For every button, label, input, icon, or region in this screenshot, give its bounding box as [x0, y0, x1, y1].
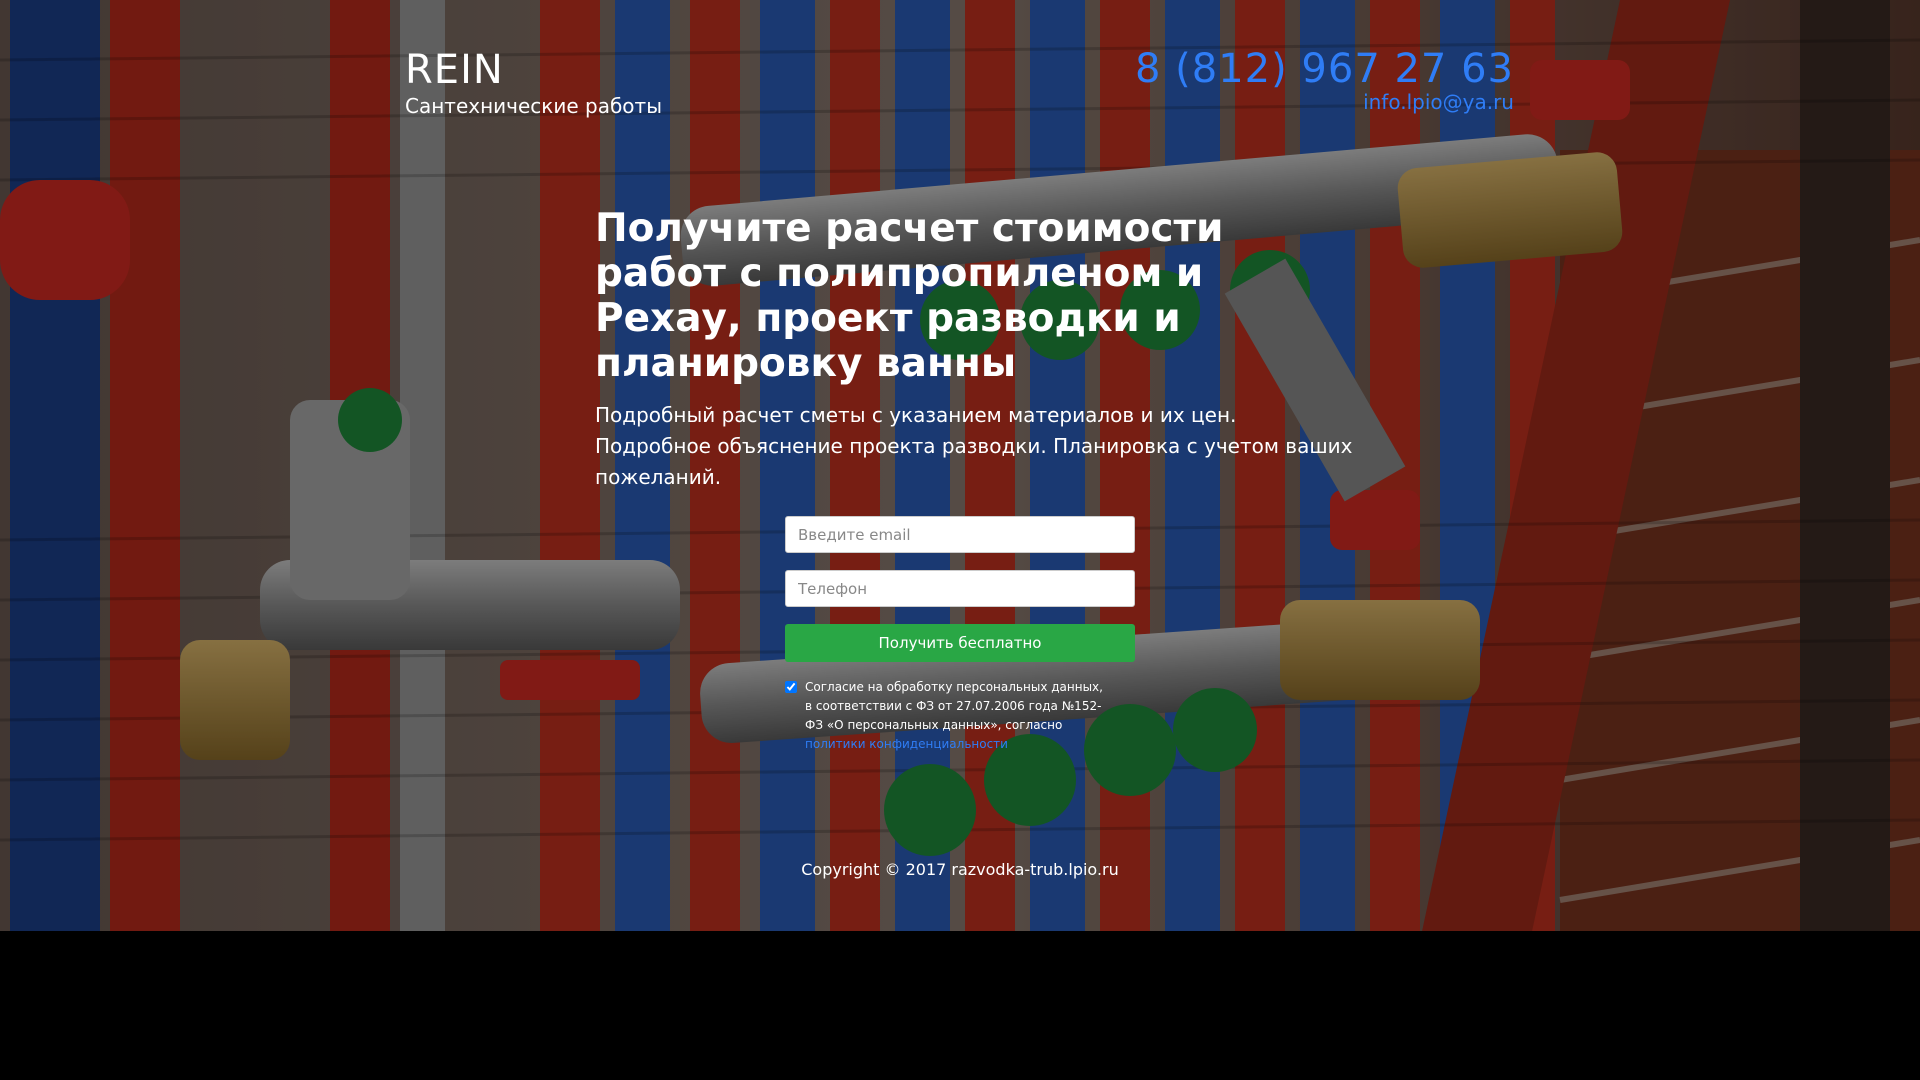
- brand-tagline: Сантехнические работы: [405, 94, 662, 118]
- hero-headline: Получите расчет стоимости работ с полипр…: [595, 206, 1224, 386]
- privacy-policy-link[interactable]: политики конфиденциальности: [805, 737, 1008, 751]
- phone-link[interactable]: 8 (812) 967 27 63: [1135, 46, 1514, 92]
- consent-checkbox[interactable]: [785, 681, 797, 693]
- consent-text: Согласие на обработку персональных данны…: [805, 680, 1103, 732]
- phone-field[interactable]: [785, 570, 1135, 607]
- email-field[interactable]: [785, 516, 1135, 553]
- request-form: Получить бесплатно Согласие на обработку…: [785, 516, 1135, 754]
- hero-lead: Подробный расчет сметы с указанием матер…: [595, 403, 1353, 489]
- hero-section: REIN Сантехнические работы 8 (812) 967 2…: [0, 0, 1920, 931]
- brand-name: REIN: [405, 47, 504, 93]
- consent-block: Согласие на обработку персональных данны…: [785, 678, 1105, 754]
- header-contacts: 8 (812) 967 27 63 info.lpio@ya.ru: [1135, 46, 1514, 114]
- brand: REIN Сантехнические работы: [405, 48, 662, 118]
- copyright: Copyright © 2017 razvodka-trub.lpio.ru: [801, 860, 1119, 879]
- email-link[interactable]: info.lpio@ya.ru: [1135, 90, 1514, 114]
- get-free-button[interactable]: Получить бесплатно: [785, 624, 1135, 662]
